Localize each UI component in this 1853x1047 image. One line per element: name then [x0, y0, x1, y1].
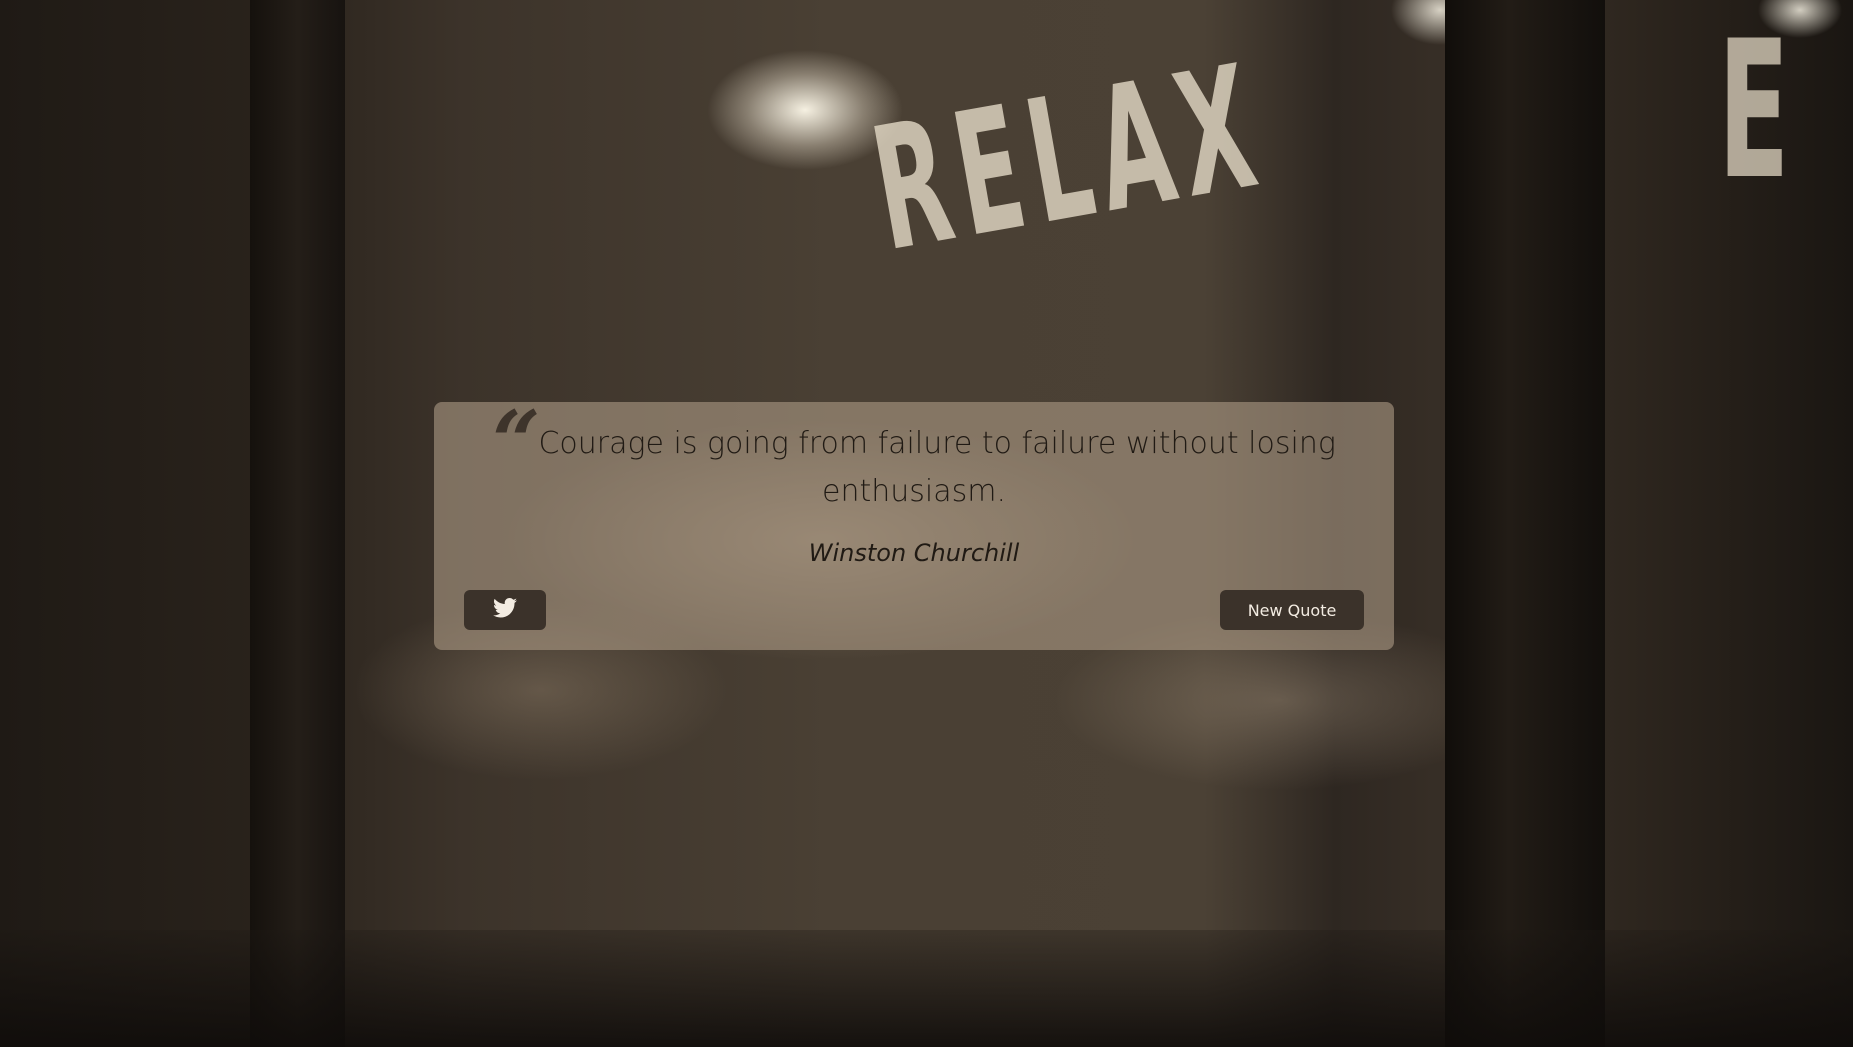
- twitter-icon: [493, 598, 517, 622]
- quote-text: Courage is going from failure to failure…: [538, 426, 1336, 509]
- quote-author: Winston Churchill: [808, 539, 1020, 567]
- window-sill: [0, 930, 1853, 1047]
- window-sign-edge-letter: E: [1718, 0, 1790, 221]
- tweet-button[interactable]: [464, 590, 546, 630]
- quote-left-icon: “: [492, 392, 540, 491]
- new-quote-button[interactable]: New Quote: [1220, 590, 1364, 630]
- window-frame-left: [250, 0, 345, 1047]
- quote-text-wrap: “Courage is going from failure to failur…: [464, 392, 1364, 516]
- quote-box: “Courage is going from failure to failur…: [434, 392, 1394, 650]
- window-frame-right: [1445, 0, 1605, 1047]
